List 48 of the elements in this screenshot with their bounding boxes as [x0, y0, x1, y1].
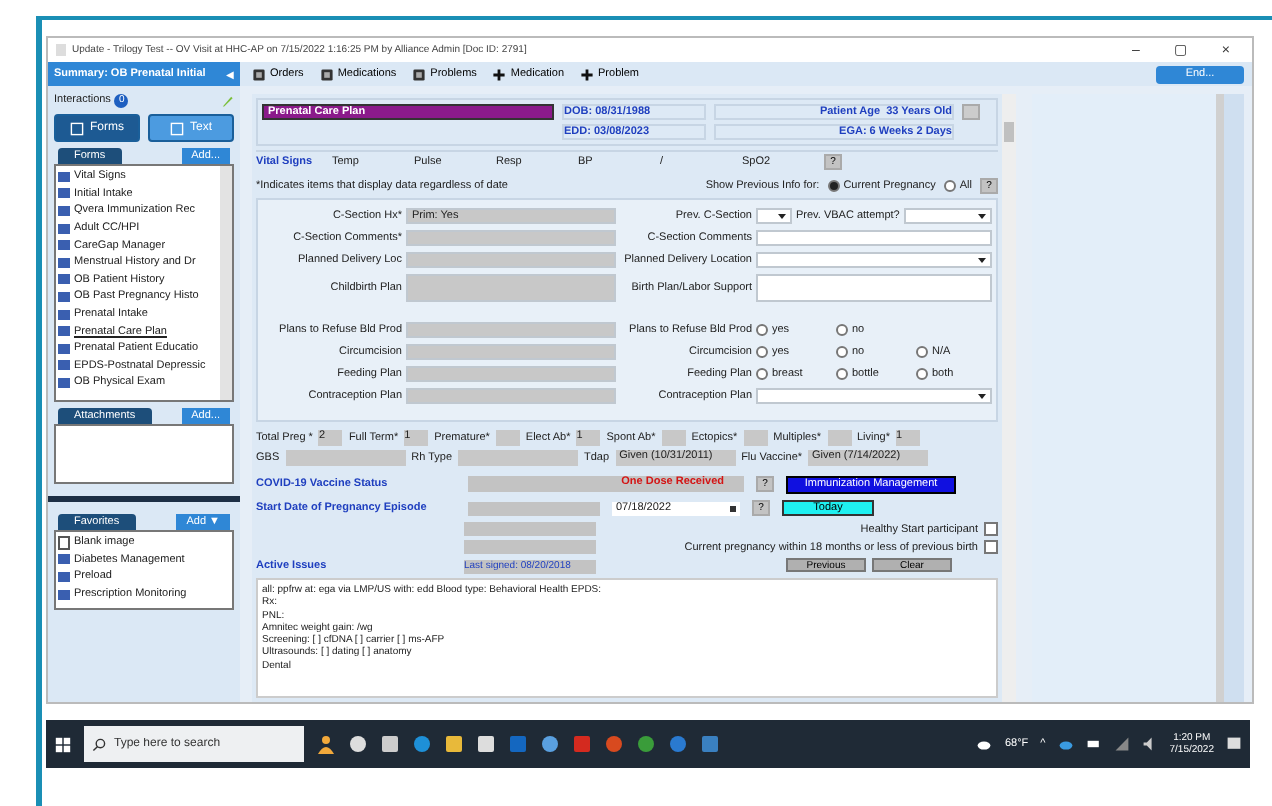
scrollbar[interactable]	[220, 166, 232, 400]
input-field[interactable]	[406, 344, 616, 360]
input-field[interactable]	[406, 388, 616, 404]
input-field[interactable]	[756, 230, 992, 246]
input-field[interactable]	[406, 322, 616, 338]
dropdown-field[interactable]	[903, 208, 992, 224]
forms-icon	[70, 121, 84, 135]
input-field[interactable]	[406, 230, 616, 246]
dropdown-field[interactable]	[756, 208, 792, 224]
scrollbar[interactable]	[1216, 94, 1244, 702]
input-field[interactable]	[406, 366, 616, 382]
input-field[interactable]	[743, 430, 768, 446]
splitter-bar[interactable]	[48, 496, 240, 502]
search-icon	[92, 737, 106, 751]
network-icon[interactable]	[1113, 736, 1130, 752]
cloud-icon[interactable]	[976, 736, 993, 752]
caret-icon	[978, 392, 986, 400]
text-area[interactable]	[406, 274, 616, 302]
plus-icon	[492, 67, 507, 81]
scrollbar[interactable]	[1002, 94, 1016, 702]
plus-icon	[580, 67, 595, 81]
checkbox[interactable]	[984, 522, 998, 536]
dropdown-field[interactable]	[756, 252, 992, 268]
text-icon	[169, 121, 184, 135]
input-field[interactable]	[495, 430, 520, 446]
dropdown-field[interactable]	[756, 388, 992, 404]
up-button[interactable]	[962, 104, 980, 120]
read-only-field	[468, 501, 600, 515]
input-field[interactable]	[458, 450, 579, 466]
checkbox[interactable]	[984, 540, 998, 554]
speaker-icon[interactable]	[1141, 736, 1158, 752]
input-field[interactable]	[827, 430, 851, 446]
onedrive-cloud-icon[interactable]	[1057, 736, 1074, 752]
read-only-field	[464, 540, 596, 554]
input-field[interactable]	[285, 450, 406, 466]
pen-icon[interactable]	[220, 93, 234, 107]
input-field[interactable]	[406, 252, 616, 268]
caret-icon	[978, 212, 986, 220]
input-field[interactable]	[661, 430, 686, 446]
windows-logo-icon[interactable]	[54, 735, 72, 753]
battery-icon[interactable]	[1085, 736, 1102, 752]
caret-icon	[978, 256, 986, 264]
read-only-field	[464, 522, 596, 536]
caret-icon	[778, 212, 786, 220]
app-icon	[56, 44, 66, 56]
circle-icon[interactable]	[348, 734, 368, 754]
person-icon[interactable]	[316, 734, 336, 754]
text-area[interactable]	[756, 274, 992, 302]
